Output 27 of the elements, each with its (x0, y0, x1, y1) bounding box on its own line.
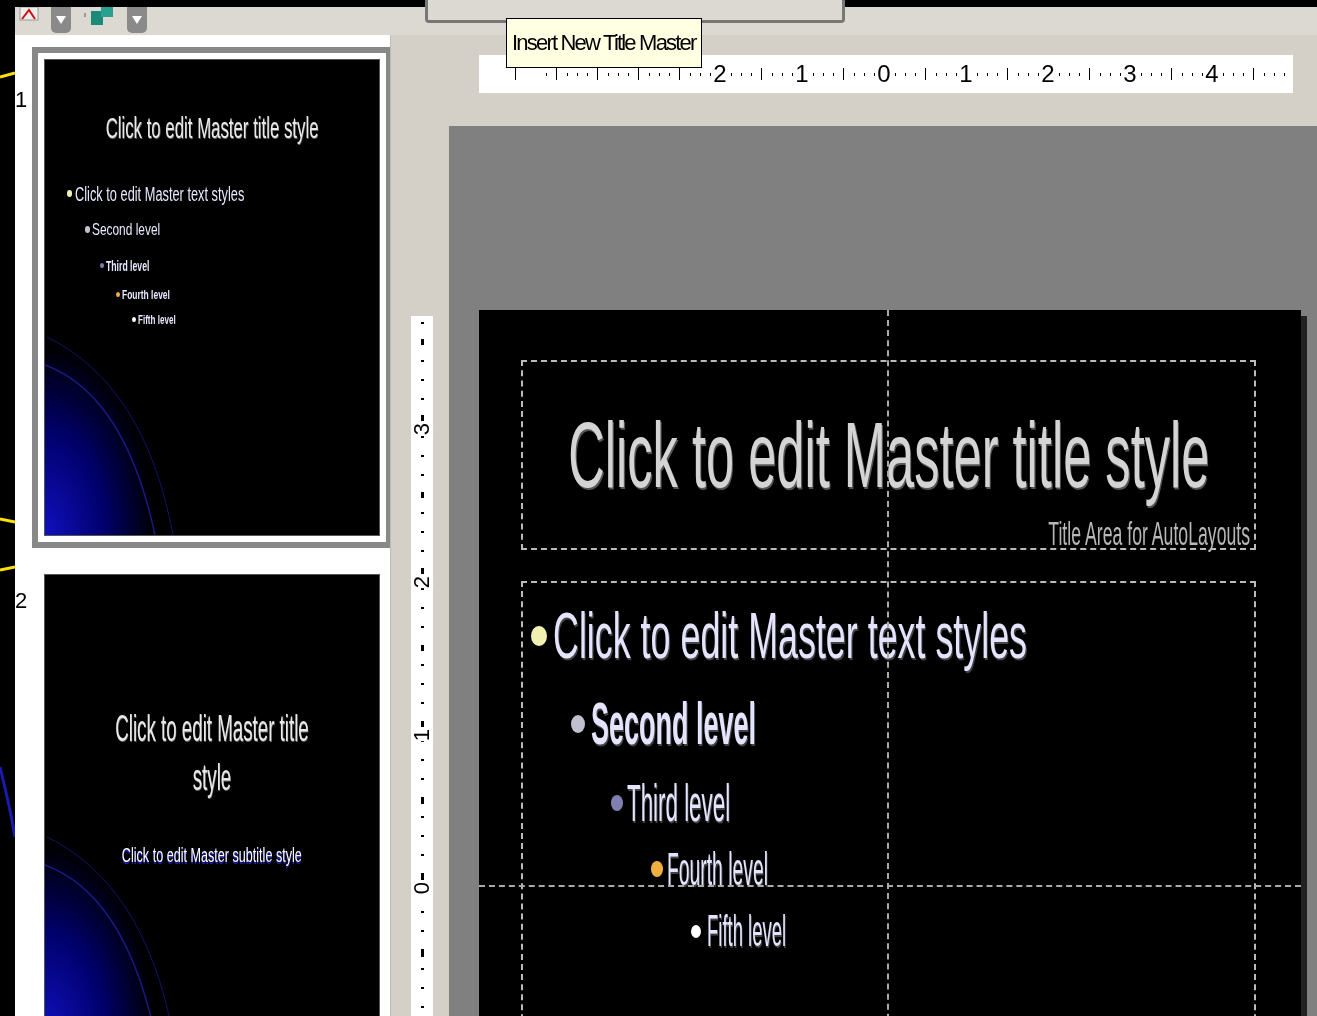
dropdown-button[interactable] (127, 7, 147, 33)
thumbnail-text: Fifth level (138, 313, 176, 326)
thumbnail-subtitle: Click to edit Master subtitle style (122, 844, 302, 868)
title-placeholder[interactable]: Click to edit Master title style Title Area for AutoLayouts (521, 360, 1256, 550)
thumbnail-title: Click to edit Master title style (105, 110, 319, 146)
body-placeholder[interactable]: Click to edit Master text styles Second level Third level Fourth level Fifth level (521, 581, 1256, 1016)
body-text: Fifth level (707, 909, 787, 953)
thumbnail-text: Click to edit Master text styles (75, 183, 245, 204)
body-text: Fourth level (667, 846, 768, 892)
thumbnail-text: Third level (106, 258, 150, 273)
body-text: Third level (627, 777, 731, 829)
shapes-icon[interactable] (83, 7, 115, 27)
slide-number: 1 (15, 87, 29, 114)
caret-icon (56, 16, 66, 24)
slide-thumbnail[interactable]: Click to edit Master title style Click to edit Master subtitle style (44, 574, 380, 1016)
slide-title: Click to edit Master title style (567, 403, 1210, 508)
body-text: Second level (591, 694, 757, 754)
placeholder-label: Title Area for AutoLayouts (1048, 515, 1250, 550)
slide-thumbnail[interactable]: Click to edit Master title style Click to edit Master text styles Second level Third level Fourth level Fifth level (44, 59, 380, 536)
thumbnail-title: Click to edit Master title style (114, 707, 310, 800)
slide-number: 2 (15, 588, 29, 615)
thumbnail-text: Fourth level (122, 288, 170, 301)
caret-icon (132, 16, 142, 24)
picture-icon[interactable] (19, 7, 39, 21)
dropdown-button[interactable] (51, 7, 71, 33)
thumbnail-text: Second level (92, 221, 161, 238)
tooltip: Insert New Title Master (506, 18, 702, 68)
